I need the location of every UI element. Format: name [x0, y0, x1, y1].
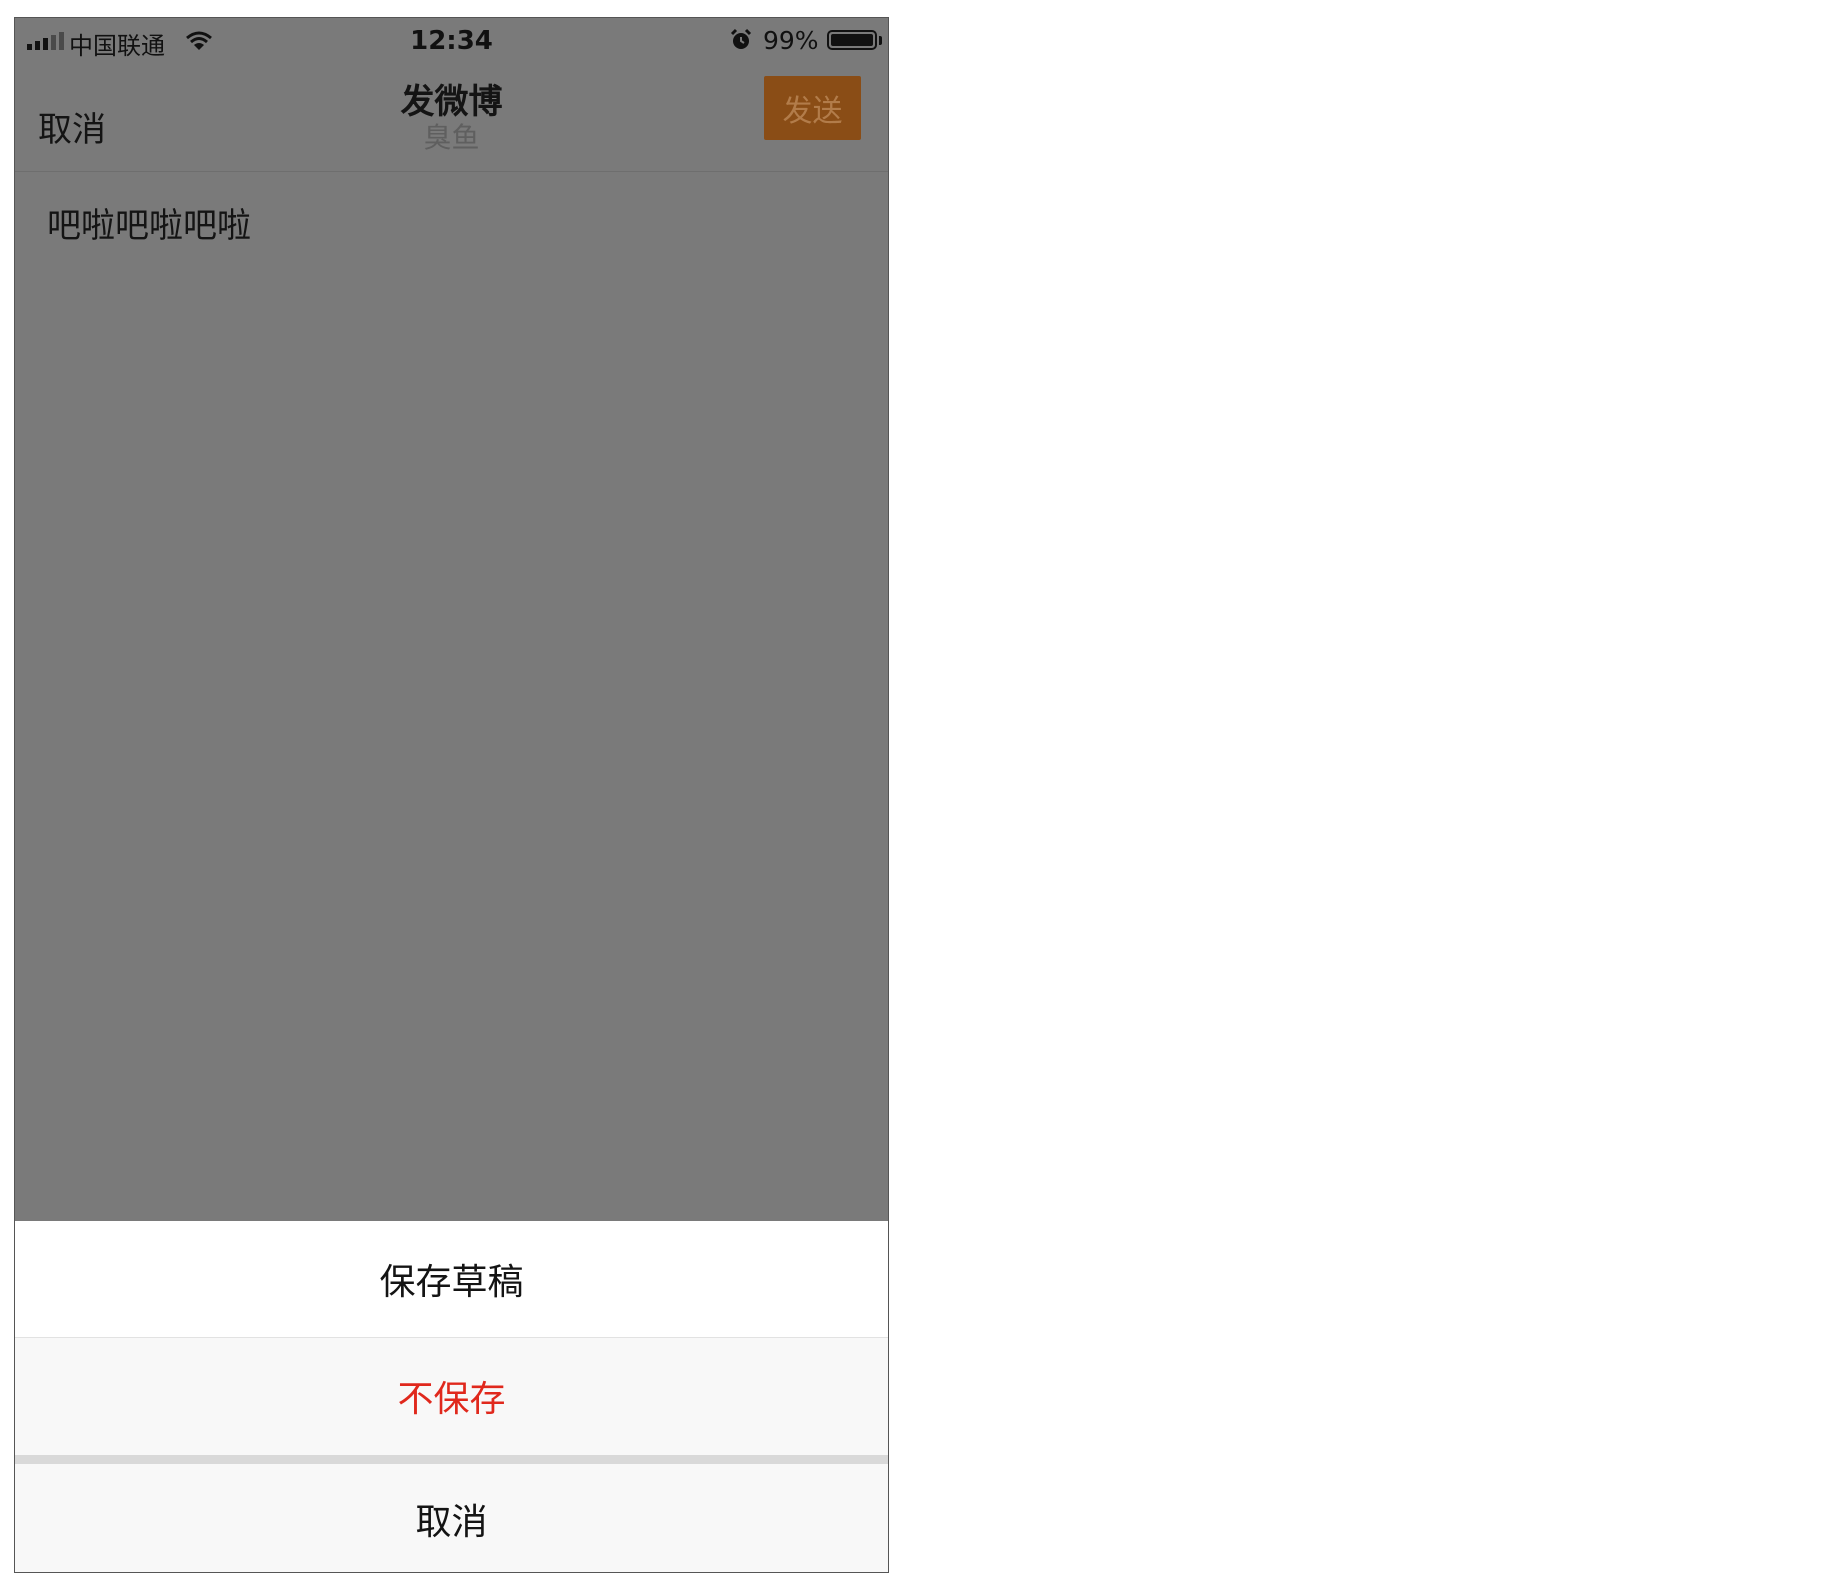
status-time: 12:34 — [410, 26, 493, 56]
alarm-icon — [729, 28, 753, 58]
battery-icon — [827, 30, 877, 50]
nav-bar: 取消 发微博 臭鱼 发送 — [15, 64, 888, 172]
sheet-cancel-button[interactable]: 取消 — [15, 1464, 888, 1572]
account-name: 臭鱼 — [423, 121, 480, 154]
phone-screen: 中国联通 12:34 99% 取消 发微博 臭鱼 发送 吧啦吧啦吧啦 保存草稿 … — [14, 17, 889, 1573]
action-sheet: 保存草稿 不保存 取消 — [15, 1221, 888, 1572]
battery-percent: 99% — [763, 26, 819, 55]
save-draft-button[interactable]: 保存草稿 — [15, 1221, 888, 1338]
send-button[interactable]: 发送 — [764, 76, 861, 140]
compose-text-area[interactable]: 吧啦吧啦吧啦 — [15, 172, 888, 1221]
sheet-divider — [15, 1455, 888, 1464]
discard-button[interactable]: 不保存 — [15, 1338, 888, 1454]
battery-tip — [879, 36, 882, 45]
status-bar: 中国联通 12:34 99% — [15, 18, 888, 64]
compose-text: 吧啦吧啦吧啦 — [47, 206, 251, 246]
